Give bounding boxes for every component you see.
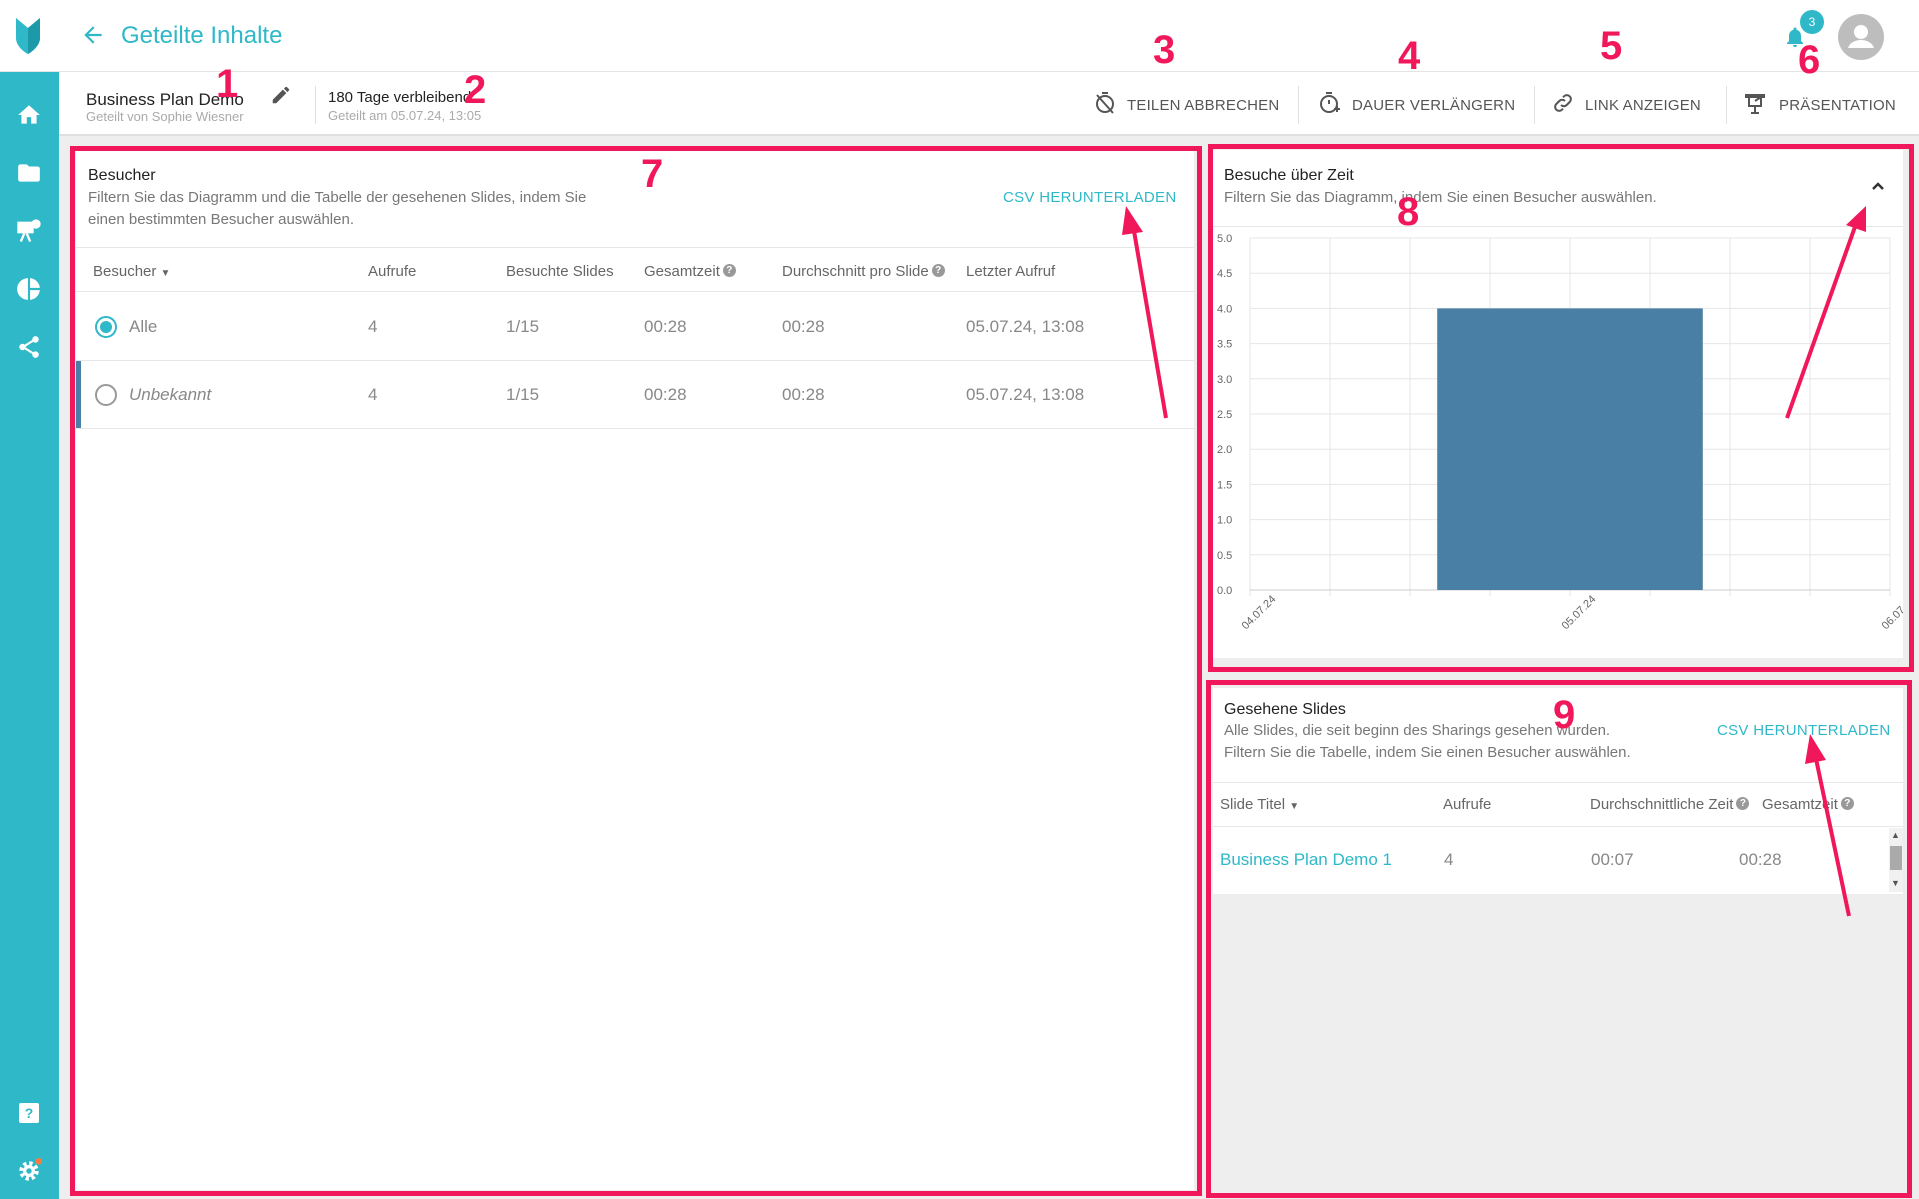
back-arrow-icon[interactable]	[80, 22, 106, 48]
shared-date: Geteilt am 05.07.24, 13:05	[328, 108, 482, 123]
extend-duration-button[interactable]: DAUER VERLÄNGERN	[1318, 92, 1515, 118]
pencil-icon[interactable]	[270, 84, 292, 106]
annotation-number-3: 3	[1153, 28, 1176, 72]
help-icon[interactable]: ?	[14, 1098, 44, 1128]
extend-duration-label: DAUER VERLÄNGERN	[1352, 96, 1516, 114]
settings-icon[interactable]	[14, 1156, 44, 1186]
app-logo-icon[interactable]	[10, 14, 50, 56]
annotation-number-8: 8	[1397, 190, 1420, 234]
annotation-number-4: 4	[1398, 34, 1421, 78]
show-link-label: LINK ANZEIGEN	[1585, 96, 1701, 114]
timer-plus-icon	[1318, 91, 1342, 119]
annotation-box-9	[1206, 680, 1912, 1198]
presentation-button[interactable]: PRÄSENTATION	[1743, 92, 1896, 118]
folder-icon[interactable]	[14, 158, 44, 188]
svg-text:?: ?	[25, 1105, 34, 1121]
annotation-number-2: 2	[464, 68, 487, 112]
days-remaining: 180 Tage verbleibend	[328, 89, 472, 106]
sidebar: ?	[0, 72, 59, 1199]
document-owner: Geteilt von Sophie Wiesner	[86, 109, 244, 124]
home-icon[interactable]	[14, 100, 44, 130]
top-bar	[0, 0, 1919, 72]
share-icon[interactable]	[14, 332, 44, 362]
annotation-number-6: 6	[1798, 38, 1821, 82]
divider	[1298, 86, 1299, 124]
divider	[1534, 86, 1535, 124]
show-link-button[interactable]: LINK ANZEIGEN	[1551, 92, 1701, 118]
annotation-box-7	[70, 146, 1202, 1196]
presentation-icon	[1743, 91, 1769, 119]
pie-chart-icon[interactable]	[14, 274, 44, 304]
annotation-number-7: 7	[641, 152, 664, 196]
annotation-number-5: 5	[1600, 24, 1623, 68]
divider	[315, 86, 316, 124]
cancel-sharing-label: TEILEN ABBRECHEN	[1127, 96, 1280, 114]
timer-off-icon	[1093, 91, 1117, 119]
presentation-icon[interactable]	[14, 216, 44, 246]
annotation-number-9: 9	[1553, 693, 1576, 737]
page-title: Geteilte Inhalte	[121, 22, 283, 49]
annotation-number-1: 1	[216, 62, 239, 106]
notification-badge: 3	[1800, 10, 1824, 34]
presentation-label: PRÄSENTATION	[1779, 96, 1896, 114]
annotation-box-8	[1208, 144, 1914, 672]
divider	[1726, 86, 1727, 124]
avatar[interactable]	[1838, 14, 1884, 60]
link-icon	[1551, 91, 1575, 119]
cancel-sharing-button[interactable]: TEILEN ABBRECHEN	[1093, 92, 1279, 118]
